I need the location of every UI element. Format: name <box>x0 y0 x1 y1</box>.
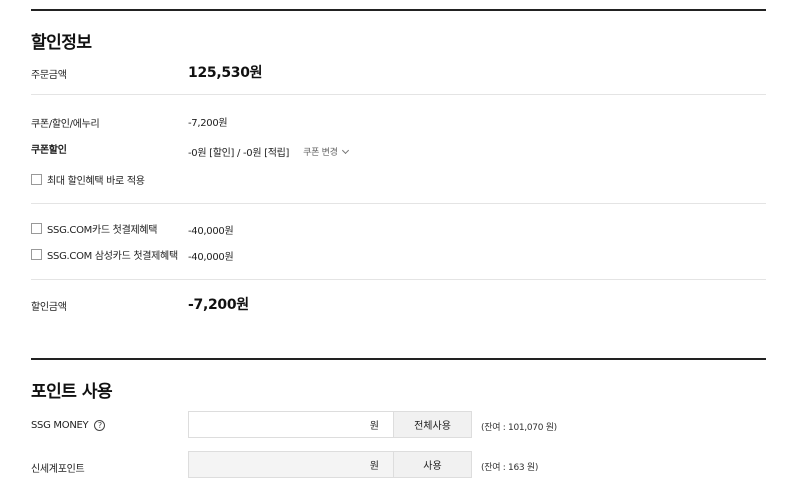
coupon-value: -7,200원 <box>188 118 228 129</box>
shinsegae-point-field[interactable] <box>215 459 366 470</box>
ssg-money-unit: 원 <box>369 421 379 432</box>
section-top-rule <box>31 9 766 11</box>
discount-section-title: 할인정보 <box>31 33 92 53</box>
checkbox-icon[interactable] <box>31 174 42 185</box>
coupon-label: 쿠폰/할인/에누리 <box>31 119 100 130</box>
card-offer-value: -40,000원 <box>188 226 234 237</box>
shinsegae-point-use-button[interactable]: 사용 <box>394 451 472 478</box>
coupon-discount-row: -0원 [할인] / -0원 [적립] 쿠폰 변경 <box>188 144 349 159</box>
shinsegae-point-label: 신세계포인트 <box>31 464 85 475</box>
divider <box>31 94 766 95</box>
coupon-discount-value: -0원 [할인] / -0원 [적립] <box>188 148 290 159</box>
max-benefit-label: 최대 할인혜택 바로 적용 <box>47 176 145 187</box>
ssg-money-label: SSG MONEY <box>31 420 89 431</box>
order-amount-value: 125,530원 <box>188 65 263 81</box>
points-section-title: 포인트 사용 <box>31 382 113 402</box>
discount-amount-value: -7,200원 <box>188 297 249 313</box>
checkbox-icon[interactable] <box>31 223 42 234</box>
order-amount-label: 주문금액 <box>31 70 67 81</box>
card-offer-row[interactable]: SSG.COM카드 첫결제혜택 <box>31 221 157 236</box>
chevron-down-icon <box>341 146 349 154</box>
card-offer-value: -40,000원 <box>188 252 234 263</box>
coupon-change-button[interactable]: 쿠폰 변경 <box>303 145 349 158</box>
card-offer-row[interactable]: SSG.COM 삼성카드 첫결제혜택 <box>31 247 178 262</box>
max-benefit-checkbox-row[interactable]: 최대 할인혜택 바로 적용 <box>31 172 145 187</box>
question-circle-icon[interactable]: ? <box>94 420 106 431</box>
shinsegae-point-input[interactable]: 원 <box>188 451 394 478</box>
ssg-money-field[interactable] <box>215 419 366 430</box>
card-offer-label: SSG.COM카드 첫결제혜택 <box>47 225 158 236</box>
divider <box>31 203 766 204</box>
discount-amount-label: 할인금액 <box>31 302 67 313</box>
divider <box>31 279 766 280</box>
section-top-rule <box>31 358 766 360</box>
checkbox-icon[interactable] <box>31 249 42 260</box>
coupon-change-label: 쿠폰 변경 <box>303 148 338 158</box>
ssg-money-input[interactable]: 원 <box>188 411 394 438</box>
ssg-money-use-all-button[interactable]: 전체사용 <box>394 411 472 438</box>
card-offer-label: SSG.COM 삼성카드 첫결제혜택 <box>47 251 178 262</box>
coupon-discount-label: 쿠폰할인 <box>31 145 67 156</box>
shinsegae-point-balance: (잔여 : 163 원) <box>481 463 539 473</box>
ssg-money-balance: (잔여 : 101,070 원) <box>481 423 557 433</box>
ssg-money-label-row: SSG MONEY ? <box>31 420 106 431</box>
shinsegae-point-unit: 원 <box>369 461 379 472</box>
